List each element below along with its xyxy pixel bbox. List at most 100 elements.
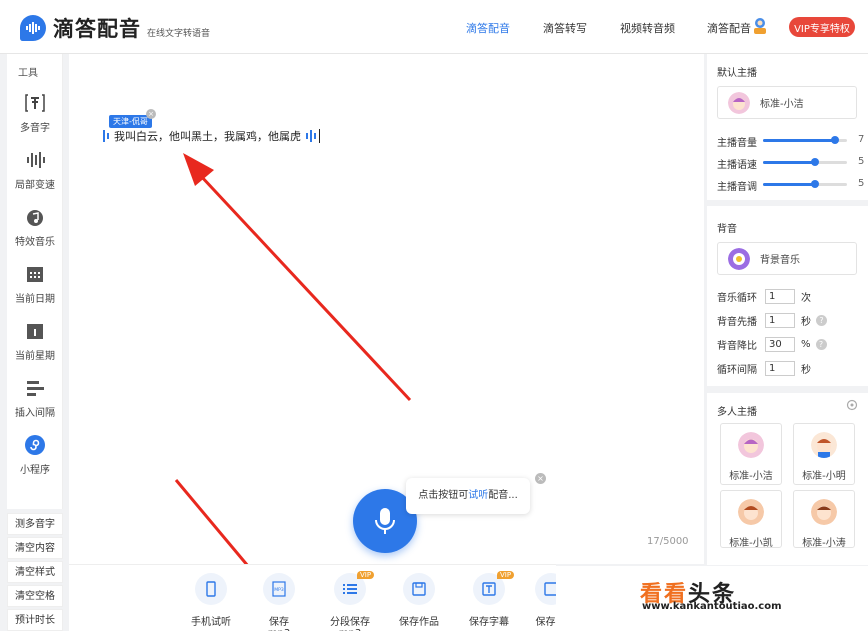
calendar-day-icon: [27, 324, 43, 339]
tools-heading: 工具: [18, 68, 38, 79]
slider-knob[interactable]: [831, 136, 839, 144]
bgm-card[interactable]: 背景音乐: [717, 242, 857, 275]
action-label: 保存mp3: [268, 617, 290, 631]
action-label: 保存作品: [399, 617, 439, 628]
tool-label: 插入间隔: [15, 408, 55, 419]
ratio-input[interactable]: 30: [765, 336, 795, 352]
tool-sidebar: 工具 多音字 局部变速 特效音乐 当前日期 当前星期 插入间隔 小程序: [7, 54, 63, 509]
interval-input[interactable]: 1: [765, 360, 795, 376]
preview-tooltip: 点击按钮可试听配音...: [406, 478, 530, 514]
close-icon[interactable]: ×: [146, 109, 156, 119]
slider-fill: [763, 161, 815, 164]
nav-transcribe[interactable]: 滴答转写: [543, 20, 587, 36]
tool-current-week[interactable]: 当前星期: [7, 320, 63, 362]
slider-label: 主播音量: [717, 138, 757, 149]
action-save-work[interactable]: 保存作品: [399, 573, 439, 628]
help-icon[interactable]: ?: [815, 338, 827, 350]
volume-slider[interactable]: 主播音量 7: [717, 134, 865, 149]
action-phone-preview[interactable]: 手机试听: [191, 573, 231, 628]
tip-link[interactable]: 试听: [468, 490, 488, 501]
tool-insert-pause[interactable]: 插入间隔: [7, 377, 63, 419]
bgm-lead-row: 背音先播 1 秒 ?: [717, 312, 827, 328]
male-avatar-icon: [738, 499, 764, 525]
male-avatar-icon: [811, 499, 837, 525]
check-polyphone-button[interactable]: 测多音字: [7, 513, 63, 535]
list-icon: [343, 584, 357, 594]
char-counter: 17/5000: [647, 536, 689, 547]
slider-knob[interactable]: [811, 180, 819, 188]
vip-button[interactable]: VIP专享特权: [789, 17, 855, 37]
app-title: 滴答配音: [53, 17, 141, 41]
slider-fill: [763, 139, 835, 142]
clear-spaces-button[interactable]: 清空空格: [7, 585, 63, 607]
segment-end-marker: [314, 133, 316, 139]
action-label: 分段保存mp3: [330, 617, 370, 631]
app-subtitle: 在线文字转语音: [147, 28, 211, 39]
action-save-segments[interactable]: 分段保存mp3: [319, 573, 381, 631]
slider-track[interactable]: [763, 136, 847, 144]
multi-anchor-heading: 多人主播: [717, 407, 757, 418]
tool-current-date[interactable]: 当前日期: [7, 263, 63, 305]
segment-start-marker: [107, 133, 109, 139]
clear-content-button[interactable]: 清空内容: [7, 537, 63, 559]
tool-polyphone[interactable]: 多音字: [7, 92, 63, 134]
music-globe-icon: [27, 210, 43, 226]
clear-style-button[interactable]: 清空样式: [7, 561, 63, 583]
row-label: 音乐循环: [717, 292, 757, 304]
segment-start-marker: [103, 130, 105, 142]
pitch-slider[interactable]: 主播音调 5: [717, 178, 865, 193]
multi-anchor-card[interactable]: 标准-小凯: [720, 490, 782, 549]
logo[interactable]: 滴答配音 在线文字转语音: [20, 13, 210, 43]
anchor-heading: 默认主播: [717, 68, 757, 79]
tool-speed[interactable]: 局部变速: [7, 149, 63, 191]
text-tools: 测多音字 清空内容 清空样式 清空空格 预计时长: [7, 513, 63, 631]
subtitle-icon: [482, 582, 496, 596]
editor-text-line[interactable]: 我叫白云，他叫黑土，我属鸡，他属虎: [102, 127, 320, 145]
calendar-icon: [27, 267, 43, 282]
action-save-more[interactable]: 保存: [535, 573, 556, 628]
music-disc-icon: [728, 247, 750, 270]
tip-prefix: 点击按钮可: [418, 490, 469, 501]
user-avatar-icon[interactable]: [752, 17, 768, 35]
sound-wave-logo-icon: [20, 15, 46, 41]
row-unit: 秒: [801, 316, 811, 328]
slider-value: 5: [858, 178, 865, 189]
tool-label: 当前日期: [15, 294, 55, 305]
anchor-name: 标准-小涛: [802, 538, 846, 549]
top-header: 滴答配音 在线文字转语音 滴答配音 滴答转写 视频转音频 滴答配音 VIP专享特…: [0, 0, 868, 54]
gear-icon[interactable]: [846, 399, 858, 411]
multi-anchor-card[interactable]: 标准-小洁: [720, 423, 782, 485]
tip-suffix: 配音...: [488, 490, 518, 501]
segment-end-marker: [310, 130, 312, 142]
insert-gap-icon: [27, 381, 44, 396]
slider-track[interactable]: [763, 158, 847, 166]
loop-count-input[interactable]: 1: [765, 288, 795, 304]
nav-user-dubbing[interactable]: 滴答配音: [707, 20, 751, 36]
action-save-mp3[interactable]: MP3 保存mp3: [259, 573, 299, 631]
row-label: 背音降比: [717, 340, 757, 352]
close-icon[interactable]: ×: [535, 473, 546, 484]
multi-anchor-card[interactable]: 标准-小涛: [793, 490, 855, 549]
anchor-card[interactable]: 标准-小洁: [717, 86, 857, 119]
bgm-interval-row: 循环间隔 1 秒: [717, 360, 811, 376]
nav-dubbing[interactable]: 滴答配音: [466, 20, 510, 36]
bgm-heading: 背音: [717, 224, 737, 235]
slider-value: 7: [858, 134, 865, 145]
nav-video-to-audio[interactable]: 视频转音频: [620, 20, 675, 36]
anchor-panel: 默认主播 标准-小洁 主播音量 7 主播语速 5 主播音调 5: [707, 54, 868, 200]
action-save-subtitle[interactable]: 保存字幕: [469, 573, 509, 628]
lead-seconds-input[interactable]: 1: [765, 312, 795, 328]
tool-effects[interactable]: 特效音乐: [7, 206, 63, 248]
speed-slider[interactable]: 主播语速 5: [717, 156, 864, 171]
slider-track[interactable]: [763, 180, 847, 188]
tool-label: 特效音乐: [15, 237, 55, 248]
female-avatar-icon: [738, 432, 764, 458]
slider-label: 主播语速: [717, 160, 757, 171]
estimated-duration-button[interactable]: 预计时长: [7, 609, 63, 631]
help-icon[interactable]: ?: [816, 314, 827, 326]
editor-text: 我叫白云，他叫黑土，我属鸡，他属虎: [114, 130, 301, 143]
row-unit: 秒: [801, 364, 811, 376]
slider-knob[interactable]: [811, 158, 819, 166]
multi-anchor-card[interactable]: 标准-小明: [793, 423, 855, 485]
tool-mini-program[interactable]: 小程序: [7, 434, 63, 476]
